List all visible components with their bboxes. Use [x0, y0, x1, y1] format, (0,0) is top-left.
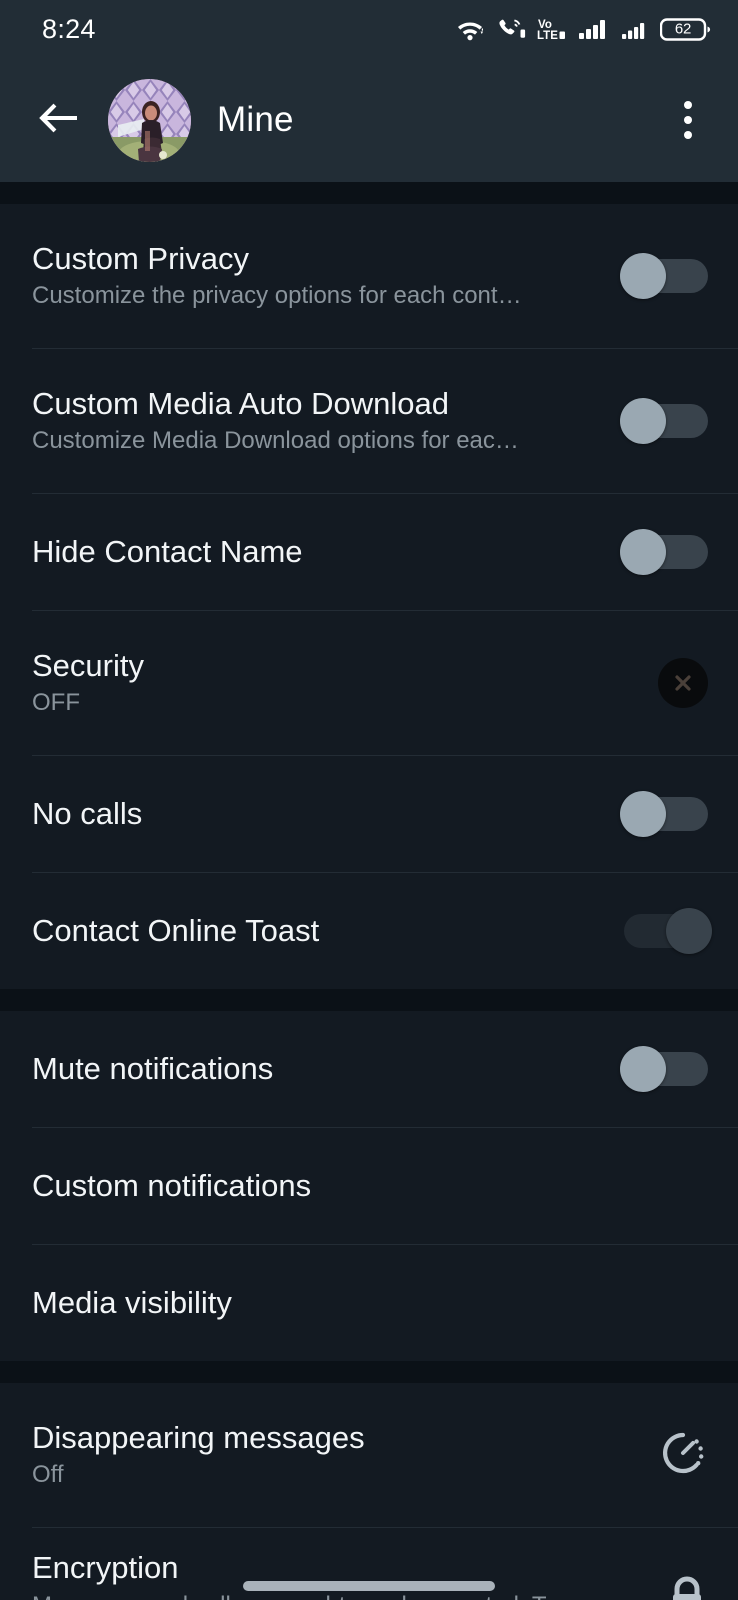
switch-thumb	[666, 908, 712, 954]
switch-thumb	[620, 791, 666, 837]
avatar[interactable]	[108, 78, 191, 162]
switch-thumb	[620, 1046, 666, 1092]
row-title: Mute notifications	[32, 1051, 274, 1087]
volte-icon: Vo LTE	[537, 16, 567, 42]
row-subtitle: Customize the privacy options for each c…	[32, 282, 522, 310]
section-gap-notifications	[0, 989, 738, 1011]
row-control	[598, 398, 708, 444]
row-custom-media-auto-download[interactable]: Custom Media Auto Download Customize Med…	[0, 349, 738, 493]
row-title: Custom Media Auto Download	[32, 385, 450, 421]
row-control	[598, 908, 712, 954]
wifi-icon	[455, 16, 485, 42]
overflow-menu-icon	[684, 101, 692, 139]
home-indicator[interactable]	[243, 1581, 495, 1591]
toggle-custom-media-auto-download[interactable]	[620, 398, 708, 444]
row-control	[598, 1573, 708, 1600]
battery-icon: 62	[660, 16, 712, 43]
row-title: Security	[32, 647, 144, 683]
row-title: Hide Contact Name	[32, 534, 303, 570]
section-gap-top	[0, 182, 738, 204]
settings-list: Custom Privacy Customize the privacy opt…	[0, 182, 738, 1600]
row-disappearing-messages[interactable]: Disappearing messages Off	[0, 1383, 738, 1527]
security-off-icon[interactable]	[658, 658, 708, 708]
row-media-visibility[interactable]: Media visibility	[0, 1245, 738, 1361]
switch-thumb	[620, 398, 666, 444]
battery-percent-label: 62	[674, 20, 692, 38]
notifications-group: Mute notifications Custom notifications	[0, 1011, 738, 1361]
row-control	[598, 791, 708, 837]
page-title: Mine	[217, 100, 294, 139]
section-gap-encryption	[0, 1361, 738, 1383]
call-vibrate-icon	[496, 16, 526, 42]
privacy-group: Custom Privacy Customize the privacy opt…	[0, 204, 738, 989]
status-bar-icons: Vo LTE 62	[455, 16, 712, 43]
contact-settings-screen: 8:24 Vo LTE 62 Mine Custom Privacy Custo…	[0, 0, 738, 1600]
switch-thumb	[620, 253, 666, 299]
row-subtitle: OFF	[32, 689, 80, 717]
back-arrow-icon	[36, 101, 80, 140]
status-bar-clock: 8:24	[42, 13, 96, 44]
encryption-group: Disappearing messages Off Encryption	[0, 1383, 738, 1600]
row-custom-privacy[interactable]: Custom Privacy Customize the privacy opt…	[0, 204, 738, 348]
row-control	[598, 1046, 708, 1092]
row-subtitle: Messages and calls are end-to-end encryp…	[32, 1592, 582, 1600]
row-contact-online-toast[interactable]: Contact Online Toast	[0, 873, 738, 989]
overflow-menu-button[interactable]	[660, 92, 716, 148]
toggle-custom-privacy[interactable]	[620, 253, 708, 299]
row-title: Disappearing messages	[32, 1419, 365, 1455]
lock-icon[interactable]	[666, 1573, 708, 1600]
signal-sim2-icon	[621, 16, 649, 42]
row-control	[598, 253, 708, 299]
row-subtitle: Customize Media Download options for eac…	[32, 427, 519, 455]
toggle-contact-online-toast[interactable]	[624, 908, 712, 954]
timer-icon[interactable]	[658, 1428, 708, 1483]
row-title: No calls	[32, 796, 143, 832]
row-title: Custom Privacy	[32, 240, 250, 276]
row-control	[598, 658, 708, 708]
row-control	[598, 529, 708, 575]
row-title: Custom notifications	[32, 1168, 312, 1204]
toggle-mute-notifications[interactable]	[620, 1046, 708, 1092]
back-button[interactable]	[30, 92, 86, 148]
row-title: Media visibility	[32, 1285, 232, 1321]
signal-sim1-icon	[578, 16, 610, 42]
row-subtitle: Off	[32, 1461, 64, 1489]
avatar-image	[108, 78, 191, 162]
row-mute-notifications[interactable]: Mute notifications	[0, 1011, 738, 1127]
app-bar: Mine	[0, 58, 738, 182]
row-security[interactable]: Security OFF	[0, 611, 738, 755]
row-control	[598, 1428, 708, 1483]
close-x-icon	[675, 675, 691, 691]
status-bar: 8:24 Vo LTE 62	[0, 0, 738, 58]
toggle-hide-contact-name[interactable]	[620, 529, 708, 575]
row-hide-contact-name[interactable]: Hide Contact Name	[0, 494, 738, 610]
row-custom-notifications[interactable]: Custom notifications	[0, 1128, 738, 1244]
switch-thumb	[620, 529, 666, 575]
svg-text:LTE: LTE	[537, 30, 558, 42]
row-title: Contact Online Toast	[32, 913, 320, 949]
toggle-no-calls[interactable]	[620, 791, 708, 837]
row-no-calls[interactable]: No calls	[0, 756, 738, 872]
